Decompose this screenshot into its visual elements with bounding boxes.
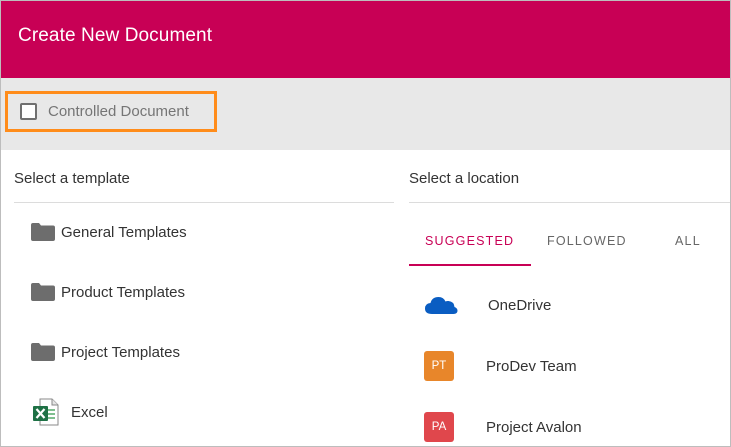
site-badge: PA <box>424 412 454 442</box>
template-item-label: Excel <box>71 403 108 421</box>
location-item-prodev-team[interactable]: PT ProDev Team <box>424 349 577 383</box>
dialog-header: Create New Document <box>1 1 730 78</box>
template-item-label: General Templates <box>61 223 187 241</box>
folder-icon <box>31 283 55 301</box>
template-item-project[interactable]: Project Templates <box>31 337 180 367</box>
location-heading: Select a location <box>409 170 520 187</box>
location-item-onedrive[interactable]: OneDrive <box>424 288 551 322</box>
location-item-project-avalon[interactable]: PA Project Avalon <box>424 410 582 444</box>
dialog-title: Create New Document <box>18 25 213 46</box>
tab-suggested[interactable]: SUGGESTED <box>425 230 514 266</box>
tab-all[interactable]: ALL <box>675 230 701 266</box>
excel-icon <box>33 398 59 426</box>
folder-icon <box>31 343 55 361</box>
template-item-product[interactable]: Product Templates <box>31 277 185 307</box>
controlled-document-checkbox[interactable]: Controlled Document <box>5 91 217 132</box>
location-divider <box>409 202 730 203</box>
location-item-label: Project Avalon <box>486 418 582 436</box>
checkbox-icon[interactable] <box>20 103 37 120</box>
create-document-dialog: Create New Document Controlled Document … <box>0 0 731 447</box>
location-item-label: OneDrive <box>488 296 552 314</box>
template-heading: Select a template <box>14 170 130 187</box>
site-badge: PT <box>424 351 454 381</box>
controlled-document-label: Controlled Document <box>48 103 189 120</box>
template-item-label: Product Templates <box>61 283 185 301</box>
active-tab-indicator <box>409 264 531 266</box>
template-item-excel[interactable]: Excel <box>33 397 108 427</box>
location-tabs: SUGGESTED FOLLOWED ALL <box>409 230 730 266</box>
template-panel: Select a template General Templates Prod… <box>1 150 394 446</box>
template-item-general[interactable]: General Templates <box>31 217 187 247</box>
template-divider <box>14 202 394 203</box>
tab-followed[interactable]: FOLLOWED <box>547 230 627 266</box>
folder-icon <box>31 223 55 241</box>
onedrive-icon <box>424 294 458 316</box>
location-item-label: ProDev Team <box>486 357 577 375</box>
dialog-toolbar: Controlled Document <box>1 78 730 150</box>
template-item-label: Project Templates <box>61 343 180 361</box>
location-panel: Select a location SUGGESTED FOLLOWED ALL… <box>394 150 730 446</box>
